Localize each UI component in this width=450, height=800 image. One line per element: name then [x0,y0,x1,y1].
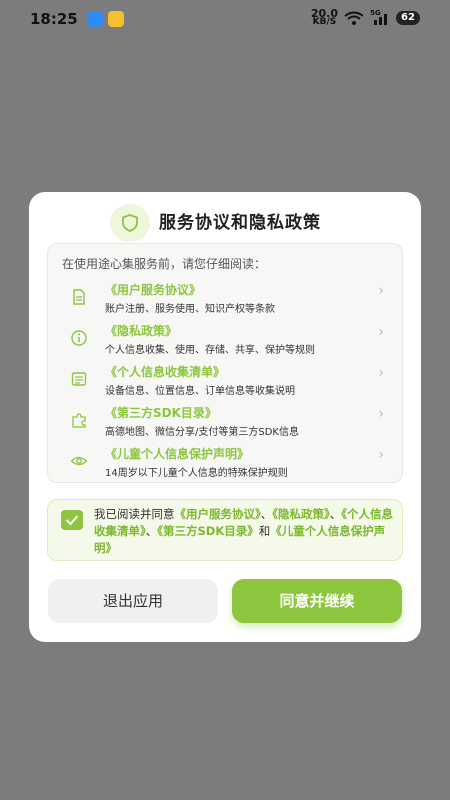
agreement-desc: 高德地图、微信分享/支付等第三方SDK信息 [105,427,299,438]
agreement-desc: 14周岁以下儿童个人信息的特殊保护规则 [105,468,288,479]
info-icon [71,330,87,346]
document-icon [73,289,85,305]
dialog-header: 服务协议和隐私政策 [29,192,421,246]
signal-icon: 5G [370,9,390,25]
agreement-name[interactable]: 《儿童个人信息保护声明》 [105,445,249,462]
dialog-title: 服务协议和隐私政策 [159,213,321,233]
consent-link-privacy-policy[interactable]: 《隐私政策》 [272,507,330,521]
consent-text: 我已阅读并同意《用户服务协议》、《隐私政策》、《个人信息收集清单》、《第三方SD… [94,507,393,555]
agreement-item-children-privacy[interactable]: 《儿童个人信息保护声明》 14周岁以下儿童个人信息的特殊保护规则 › [48,445,402,485]
chevron-right-icon[interactable]: › [378,406,384,422]
agreement-name[interactable]: 《第三方SDK目录》 [105,404,217,421]
battery-icon: 62 [396,11,420,25]
check-icon [65,515,79,526]
wifi-icon [344,11,364,25]
eye-icon [70,456,88,466]
chevron-right-icon[interactable]: › [378,365,384,381]
phone-app-icon [87,11,103,27]
consent-link-third-party-sdk[interactable]: 《第三方SDK目录》 [157,524,259,538]
agreements-panel: 在使用途心集服务前，请您仔细阅读： 《用户服务协议》 账户注册、服务使用、知识产… [47,243,403,483]
agree-continue-button[interactable]: 同意并继续 [232,579,402,623]
privacy-dialog: 服务协议和隐私政策 在使用途心集服务前，请您仔细阅读： 《用户服务协议》 账户注… [29,192,421,642]
mail-app-icon [108,11,124,27]
puzzle-icon [72,413,86,428]
consent-link-user-service[interactable]: 《用户服务协议》 [175,507,261,521]
chevron-right-icon[interactable]: › [378,447,384,463]
net-speed: 20.0 KB/S [310,7,338,27]
status-bar: 18:25 20.0 KB/S 5G 62 [0,0,450,38]
agreement-name[interactable]: 《隐私政策》 [105,322,177,339]
agreement-item-privacy-policy[interactable]: 《隐私政策》 个人信息收集、使用、存储、共享、保护等规则 › [48,322,402,362]
consent-box: 我已阅读并同意《用户服务协议》、《隐私政策》、《个人信息收集清单》、《第三方SD… [47,499,403,561]
consent-checkbox[interactable] [61,510,83,530]
status-indicators: 20.0 KB/S 5G 62 [310,7,420,27]
agreement-item-third-party-sdk[interactable]: 《第三方SDK目录》 高德地图、微信分享/支付等第三方SDK信息 › [48,404,402,444]
status-time: 18:25 [30,10,78,28]
chevron-right-icon[interactable]: › [378,324,384,340]
agreement-desc: 个人信息收集、使用、存储、共享、保护等规则 [105,345,315,356]
agreement-name[interactable]: 《用户服务协议》 [105,281,201,298]
chevron-right-icon[interactable]: › [378,283,384,299]
agreement-item-user-service[interactable]: 《用户服务协议》 账户注册、服务使用、知识产权等条款 › [48,281,402,321]
exit-app-button[interactable]: 退出应用 [48,579,218,623]
agreement-desc: 设备信息、位置信息、订单信息等收集说明 [105,386,295,397]
agreement-desc: 账户注册、服务使用、知识产权等条款 [105,304,275,315]
intro-text: 在使用途心集服务前，请您仔细阅读： [62,257,267,271]
shield-icon [110,204,150,242]
list-icon [71,372,87,386]
agreement-name[interactable]: 《个人信息收集清单》 [105,363,225,380]
agreement-item-info-collection[interactable]: 《个人信息收集清单》 设备信息、位置信息、订单信息等收集说明 › [48,363,402,403]
